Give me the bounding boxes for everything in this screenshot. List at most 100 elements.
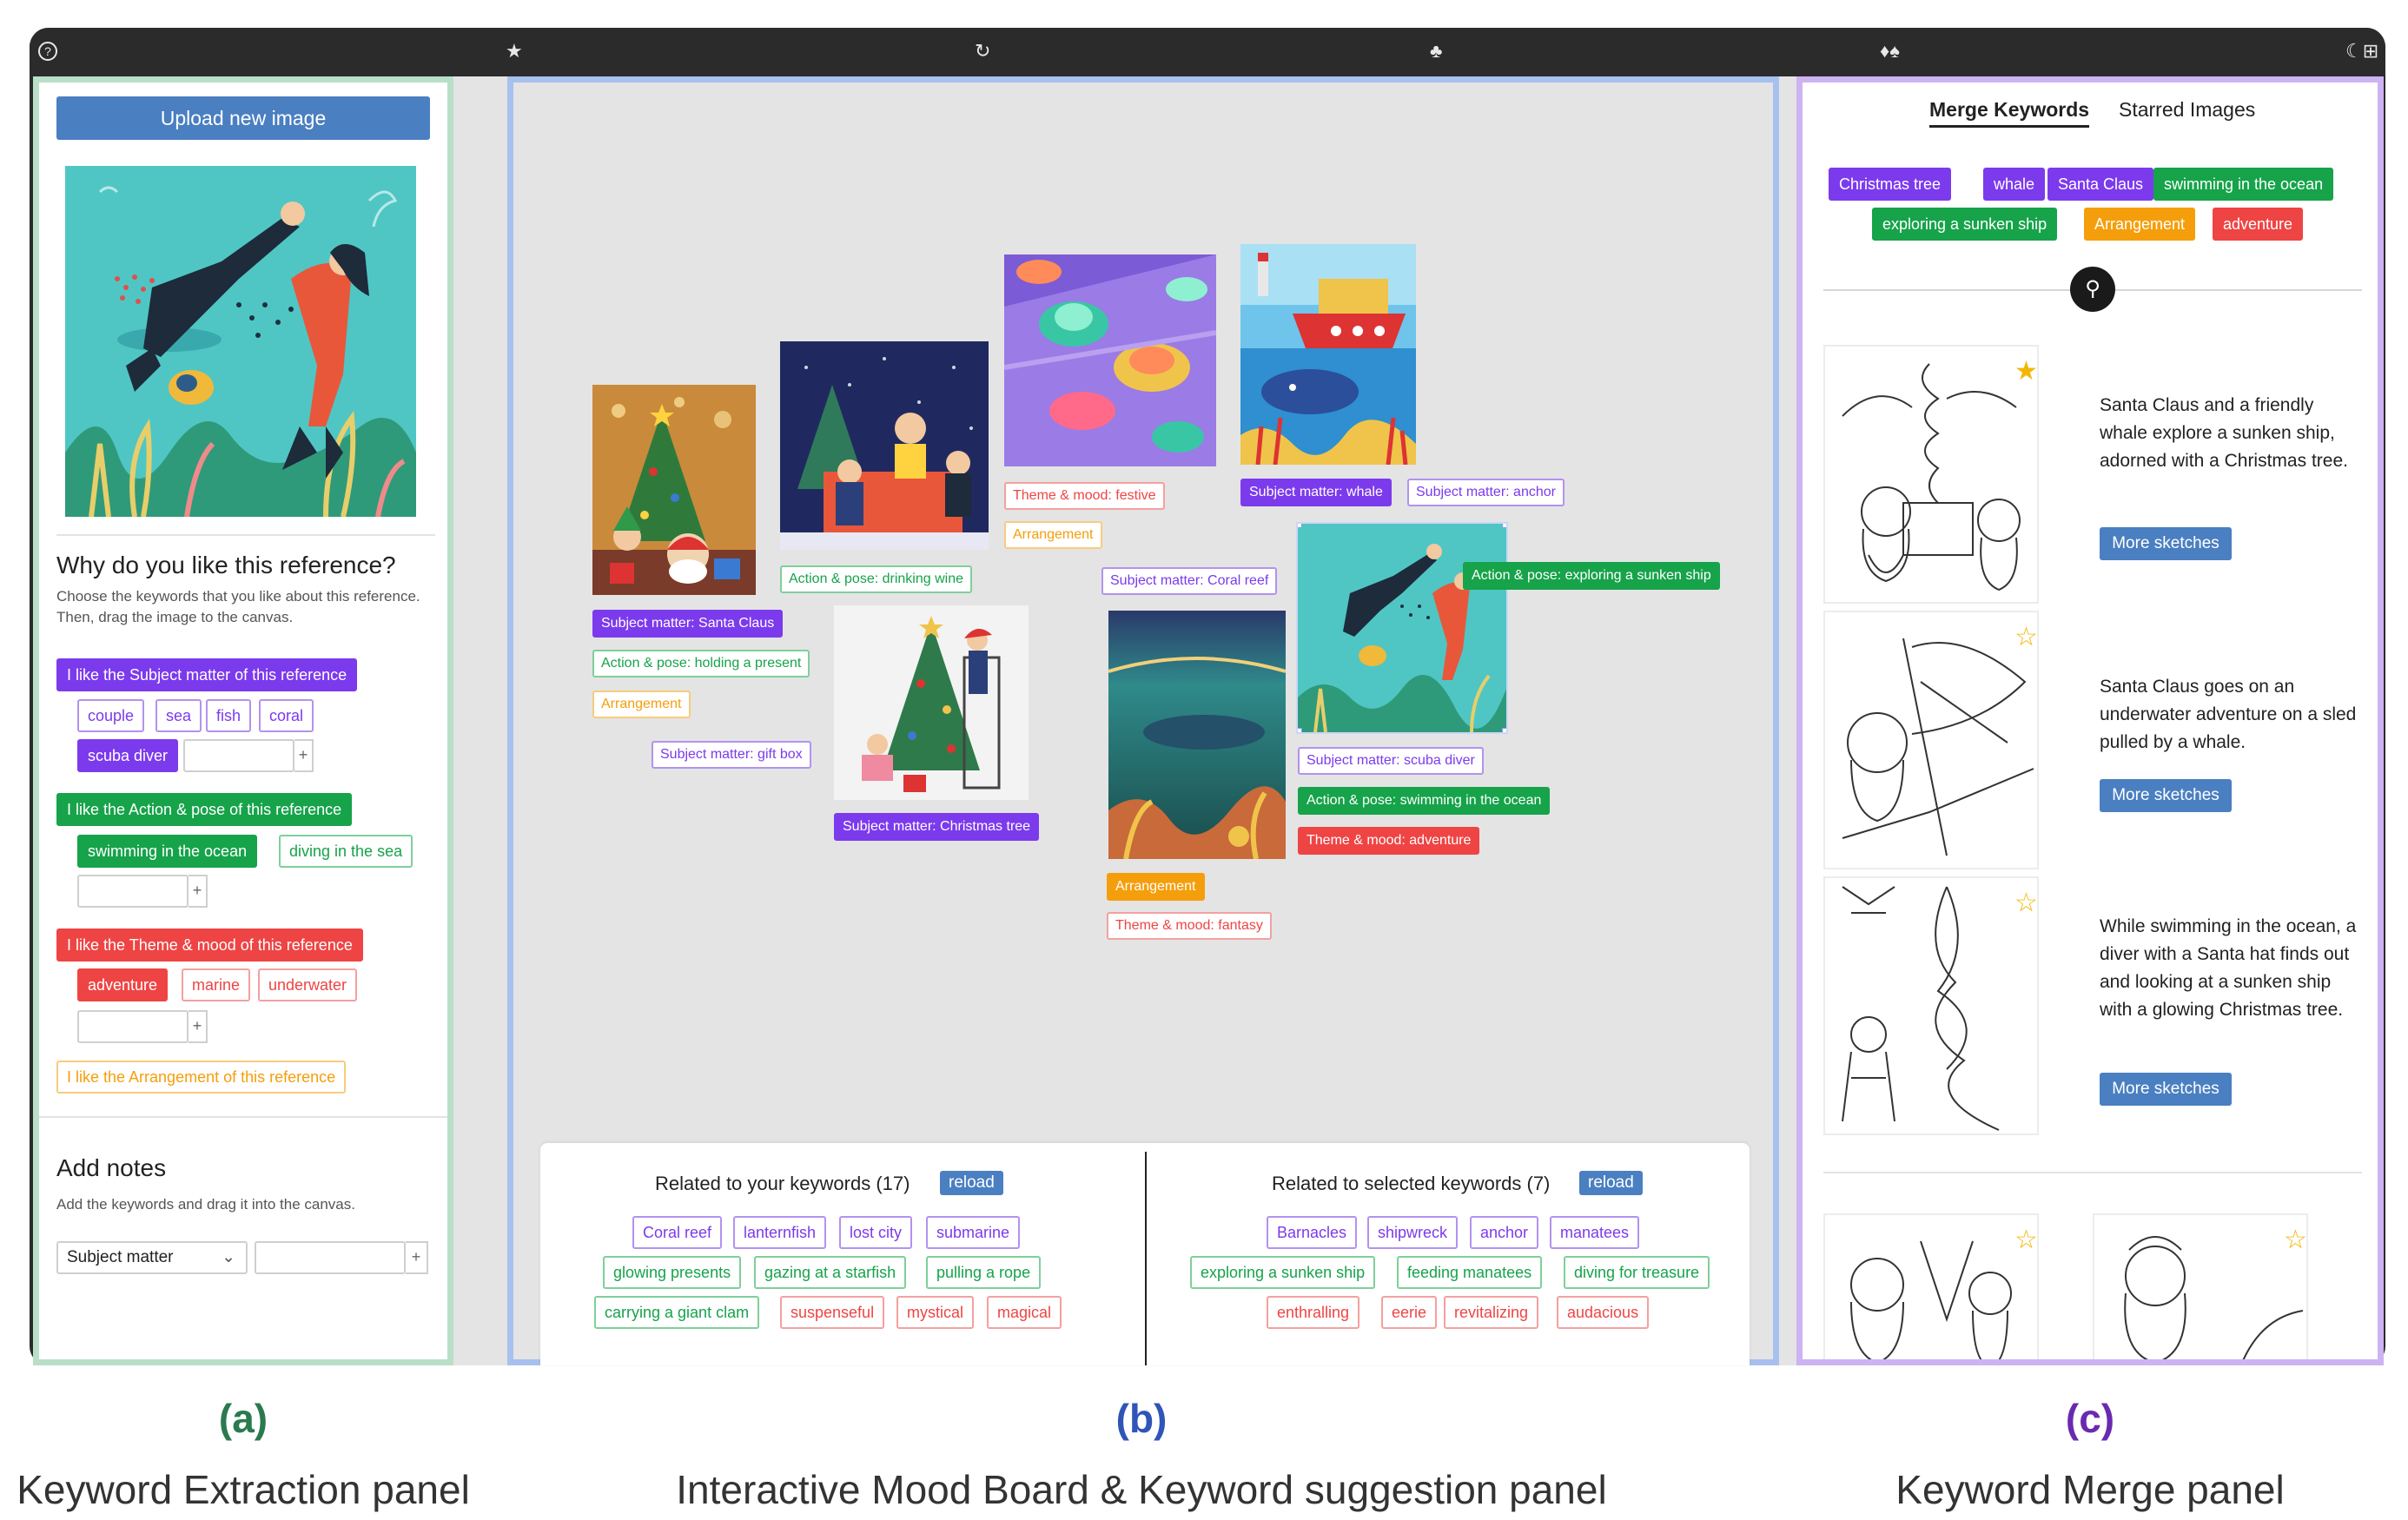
star-outline-icon[interactable]: ☆ (2014, 625, 2037, 651)
label-action-swimming-in-the-ocean[interactable]: Action & pose: swimming in the ocean (1298, 787, 1551, 815)
moodboard-image-santa-tree[interactable] (592, 385, 756, 595)
resize-handle[interactable] (1298, 524, 1302, 528)
suggestion-chip[interactable]: carrying a giant clam (594, 1296, 760, 1329)
subject-matter-header[interactable]: I like the Subject matter of this refere… (56, 658, 358, 691)
moodboard-image-divers[interactable] (1296, 522, 1508, 734)
label-action-holding-a-present[interactable]: Action & pose: holding a present (592, 650, 810, 677)
star-icon[interactable]: ★ (2014, 359, 2037, 385)
label-subject-whale[interactable]: Subject matter: whale (1240, 479, 1392, 506)
arrangement-header[interactable]: I like the Arrangement of this reference (56, 1061, 347, 1094)
sketch-card[interactable]: ★ (1823, 345, 2039, 604)
suggestion-chip[interactable]: exploring a sunken ship (1190, 1256, 1376, 1289)
merge-chip-arrangement[interactable]: Arrangement (2084, 208, 2196, 241)
tree-icon[interactable]: ♣ (1430, 38, 1442, 64)
merge-chip-swimming-in-the-ocean[interactable]: swimming in the ocean (2153, 168, 2334, 201)
suggestion-chip[interactable]: Barnacles (1267, 1216, 1358, 1249)
label-subject-anchor[interactable]: Subject matter: anchor (1407, 479, 1565, 506)
label-theme-fantasy[interactable]: Theme & mood: fantasy (1107, 912, 1272, 940)
more-sketches-button[interactable]: More sketches (2100, 527, 2232, 560)
more-sketches-button[interactable]: More sketches (2100, 1073, 2232, 1106)
theme-chip-underwater[interactable]: underwater (258, 968, 358, 1001)
label-arrangement[interactable]: Arrangement (592, 691, 691, 718)
subject-keyword-input[interactable] (183, 739, 294, 772)
star-outline-icon[interactable]: ☆ (2014, 1227, 2037, 1253)
resize-handle[interactable] (1298, 728, 1302, 732)
suggestion-chip[interactable]: eerie (1381, 1296, 1438, 1329)
merge-chip-christmas-tree[interactable]: Christmas tree (1829, 168, 1952, 201)
suggestion-chip[interactable]: diving for treasure (1564, 1256, 1710, 1289)
label-subject-scuba-diver[interactable]: Subject matter: scuba diver (1298, 747, 1484, 775)
label-subject-coral-reef[interactable]: Subject matter: Coral reef (1101, 567, 1278, 595)
subject-chip-couple[interactable]: couple (77, 699, 145, 732)
moodboard-image-christmas-tree[interactable] (834, 605, 1029, 800)
suggestion-chip[interactable]: manatees (1550, 1216, 1640, 1249)
moon-icon[interactable]: ☾⊞ (2345, 38, 2378, 64)
suggestion-chip[interactable]: feeding manatees (1397, 1256, 1543, 1289)
sketch-card[interactable]: ☆ (2093, 1213, 2308, 1359)
more-sketches-button[interactable]: More sketches (2100, 779, 2232, 812)
suggestion-chip[interactable]: gazing at a starfish (754, 1256, 907, 1289)
suggestion-chip[interactable]: submarine (926, 1216, 1021, 1249)
moodboard-image-isometric-festival[interactable] (1004, 254, 1216, 466)
action-chip-swimming-in-the-ocean[interactable]: swimming in the ocean (77, 835, 258, 868)
suggestion-chip[interactable]: lost city (839, 1216, 913, 1249)
label-subject-gift-box[interactable]: Subject matter: gift box (652, 741, 811, 769)
suggestion-chip[interactable]: suspenseful (780, 1296, 885, 1329)
theme-chip-marine[interactable]: marine (182, 968, 251, 1001)
suggestion-chip[interactable]: lanternfish (733, 1216, 827, 1249)
suggestion-chip[interactable]: pulling a rope (926, 1256, 1042, 1289)
reload-button[interactable]: reload (1579, 1171, 1643, 1195)
subject-chip-fish[interactable]: fish (206, 699, 252, 732)
merge-chip-adventure[interactable]: adventure (2213, 208, 2304, 241)
moodboard-image-whale-boat[interactable] (1240, 244, 1416, 465)
sketch-card[interactable]: ☆ (1823, 611, 2039, 869)
suggestion-chip[interactable]: magical (987, 1296, 1062, 1329)
notes-keyword-input[interactable] (255, 1241, 406, 1274)
resize-handle[interactable] (1502, 728, 1506, 732)
tab-merge-keywords[interactable]: Merge Keywords (1929, 98, 2090, 128)
suggestion-chip[interactable]: revitalizing (1444, 1296, 1539, 1329)
theme-mood-header[interactable]: I like the Theme & mood of this referenc… (56, 929, 363, 962)
suggestion-chip[interactable]: anchor (1470, 1216, 1539, 1249)
notes-category-select[interactable]: Subject matter ⌄ (56, 1241, 248, 1274)
action-add-button[interactable]: + (189, 875, 208, 908)
moodboard-image-underwater-fantasy[interactable] (1108, 611, 1286, 859)
drops-icon[interactable]: ♦♠ (1880, 38, 1900, 64)
suggestion-chip[interactable]: mystical (896, 1296, 975, 1329)
suggestion-chip[interactable]: shipwreck (1367, 1216, 1459, 1249)
merge-chip-whale[interactable]: whale (1983, 168, 2046, 201)
theme-keyword-input[interactable] (77, 1010, 189, 1043)
theme-add-button[interactable]: + (189, 1010, 208, 1043)
action-chip-diving-in-the-sea[interactable]: diving in the sea (279, 835, 413, 868)
merge-icon[interactable]: ⚲ (2070, 267, 2115, 312)
label-arrangement[interactable]: Arrangement (1107, 873, 1205, 901)
subject-add-button[interactable]: + (294, 739, 314, 772)
upload-new-image-button[interactable]: Upload new image (56, 96, 430, 140)
label-arrangement[interactable]: Arrangement (1004, 521, 1102, 549)
suggestion-chip[interactable]: enthralling (1267, 1296, 1360, 1329)
help-icon[interactable]: ? (38, 42, 57, 61)
star-outline-icon[interactable]: ☆ (2284, 1227, 2306, 1253)
suggestion-chip[interactable]: audacious (1557, 1296, 1650, 1329)
subject-chip-sea[interactable]: sea (155, 699, 202, 732)
label-subject-santa-claus[interactable]: Subject matter: Santa Claus (592, 610, 784, 638)
suggestion-chip[interactable]: Coral reef (632, 1216, 723, 1249)
suggestion-chip[interactable]: glowing presents (603, 1256, 742, 1289)
moodboard-image-dinner[interactable] (780, 341, 989, 550)
tab-starred-images[interactable]: Starred Images (2119, 98, 2255, 122)
label-theme-festive[interactable]: Theme & mood: festive (1004, 482, 1165, 510)
label-theme-adventure[interactable]: Theme & mood: adventure (1298, 827, 1480, 855)
subject-chip-scuba-diver[interactable]: scuba diver (77, 739, 179, 772)
refresh-icon[interactable]: ↻ (975, 38, 990, 64)
star-icon[interactable]: ★ (506, 38, 523, 64)
sketch-card[interactable]: ☆ (1823, 876, 2039, 1135)
merge-chip-exploring-a-sunken-ship[interactable]: exploring a sunken ship (1872, 208, 2058, 241)
star-outline-icon[interactable]: ☆ (2014, 890, 2037, 916)
label-action-drinking-wine[interactable]: Action & pose: drinking wine (780, 565, 972, 593)
label-subject-christmas-tree[interactable]: Subject matter: Christmas tree (834, 813, 1040, 841)
subject-chip-coral[interactable]: coral (259, 699, 314, 732)
reload-button[interactable]: reload (940, 1171, 1003, 1195)
resize-handle[interactable] (1502, 524, 1506, 528)
label-action-exploring-a-sunken-ship[interactable]: Action & pose: exploring a sunken ship (1463, 562, 1720, 590)
merge-chip-santa-claus[interactable]: Santa Claus (2047, 168, 2154, 201)
